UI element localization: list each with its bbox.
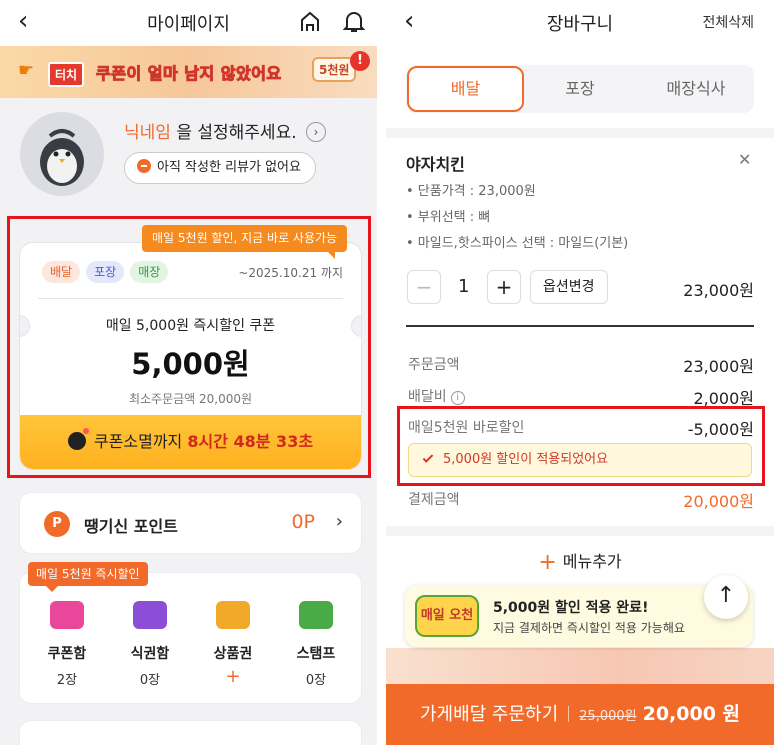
original-price: 25,000원 (579, 709, 637, 724)
order-button[interactable]: 가게배달 주문하기 25,000원 20,000 원 (386, 684, 774, 745)
menu-item-gift-card[interactable]: 상품권 + (198, 601, 268, 686)
points-badge-icon: P (44, 511, 70, 537)
promo-background-strip (386, 648, 774, 684)
menu-item-stamp[interactable]: 스탬프 0장 (281, 601, 351, 688)
clear-all-button[interactable]: 전체삭제 (702, 12, 754, 32)
chevron-right-icon[interactable]: › (306, 122, 327, 142)
cart-item-option: • 부위선택 : 뼈 (406, 210, 491, 225)
menu-item-meal-voucher[interactable]: 식권함 0장 (115, 601, 185, 688)
menu-item-label: 스탬프 (296, 646, 336, 662)
nickname-prompt-text: 을 설정해주세요. (170, 123, 297, 143)
cart-item-option: • 단품가격 : 23,000원 (406, 184, 536, 199)
plus-icon: + (538, 550, 557, 575)
menu-item-count: 0장 (305, 673, 327, 688)
daily-5000-logo: 매일 오천원 (415, 595, 479, 637)
info-icon[interactable]: i (450, 391, 465, 405)
order-button-separator (568, 706, 570, 722)
toast-subtitle: 지금 결제하면 즉시할인 적용 가능해요 (493, 621, 685, 635)
next-card (19, 720, 362, 745)
touch-tag: 터치 (48, 62, 85, 87)
review-pill[interactable]: 아직 작성한 리뷰가 없어요 (124, 152, 316, 184)
screen-divider (377, 0, 386, 745)
toast-title: 5,000원 할인 적용 완료! (493, 600, 649, 616)
summary-divider (406, 325, 754, 327)
tab-dine-in[interactable]: 매장식사 (638, 65, 754, 113)
highlight-box-discount (397, 406, 765, 486)
delivery-fee-row: 배달비 i (408, 386, 465, 406)
nickname-prompt[interactable]: 닉네임 을 설정해주세요. › (124, 118, 327, 143)
cart-item-option: • 마일드,핫스파이스 선택 : 마일드(기본) (406, 236, 629, 251)
menu-item-count: 0장 (139, 673, 161, 688)
meal-voucher-icon (133, 601, 167, 629)
delivery-fee-label: 배달비 (408, 389, 447, 405)
home-icon[interactable] (298, 10, 322, 34)
tab-delivery[interactable]: 배달 (407, 66, 524, 112)
payment-amount-value: 20,000원 (683, 492, 754, 511)
gift-box-icon (216, 601, 250, 629)
points-label: 땡기신 포인트 (84, 517, 178, 536)
order-amount-label: 주문금액 (408, 357, 460, 373)
cart-item-price: 23,000원 (683, 281, 754, 300)
bell-icon[interactable] (343, 10, 365, 34)
section-divider (386, 526, 774, 536)
mypage-header: ‹ 마이페이지 (0, 0, 377, 46)
banner-text: 쿠폰이 얼마 남지 않았어요 (96, 64, 282, 84)
section-divider (386, 128, 774, 138)
add-menu-label: 메뉴추가 (562, 552, 622, 571)
chat-bubble-icon (137, 159, 151, 173)
menu-tooltip: 매일 5천원 즉시할인 (28, 562, 148, 592)
nickname-label: 닉네임 (124, 123, 171, 143)
points-card[interactable]: P 땡기신 포인트 0P › (19, 492, 362, 554)
order-amount-value: 23,000원 (683, 357, 754, 376)
penguin-avatar-icon (40, 129, 84, 186)
coupon-ticket-icon (50, 601, 84, 629)
quantity-increase-button[interactable]: + (487, 270, 521, 304)
review-pill-text: 아직 작성한 리뷰가 없어요 (157, 160, 301, 175)
discount-toast: 매일 오천원 5,000원 할인 적용 완료! 지금 결제하면 즉시할인 적용 … (405, 585, 753, 647)
order-type-tabs: 배달 포장 매장식사 (406, 65, 754, 113)
stamp-icon (299, 601, 333, 629)
final-price: 20,000 원 (642, 703, 741, 725)
payment-amount-label: 결제금액 (408, 492, 460, 508)
pointing-hand-icon: ☛ (18, 60, 35, 81)
quantity-value: 1 (458, 276, 470, 297)
avatar[interactable] (20, 112, 104, 196)
coupon-expiry-banner[interactable]: ☛ 터치 쿠폰이 얼마 남지 않았어요 5천원 ! (0, 46, 377, 98)
alert-icon: ! (350, 51, 370, 71)
menu-item-coupon-box[interactable]: 쿠폰함 2장 (32, 601, 102, 688)
chevron-right-icon: › (335, 511, 343, 532)
menu-item-label: 상품권 (213, 646, 253, 662)
menu-item-label: 식권함 (130, 646, 170, 662)
quantity-decrease-button[interactable]: − (407, 270, 441, 304)
cart-item-name: 야자치킨 (406, 155, 465, 174)
points-value: 0P (291, 511, 315, 533)
highlight-box-coupon (7, 216, 371, 478)
menu-item-count: 2장 (56, 673, 78, 688)
remove-item-icon[interactable]: ✕ (738, 150, 751, 169)
wallet-menu-card: 쿠폰함 2장 식권함 0장 상품권 + 스탬프 0장 (19, 572, 362, 704)
tab-takeout[interactable]: 포장 (522, 65, 638, 113)
change-options-button[interactable]: 옵션변경 (530, 270, 608, 304)
add-menu-button[interactable]: + 메뉴추가 (386, 548, 774, 575)
scroll-top-arrow-icon[interactable]: ↑ (704, 575, 748, 619)
order-button-label: 가게배달 주문하기 (419, 704, 559, 725)
profile-section: 닉네임 을 설정해주세요. › 아직 작성한 리뷰가 없어요 (0, 98, 377, 210)
add-icon[interactable]: + (198, 668, 268, 686)
menu-item-label: 쿠폰함 (47, 646, 87, 662)
